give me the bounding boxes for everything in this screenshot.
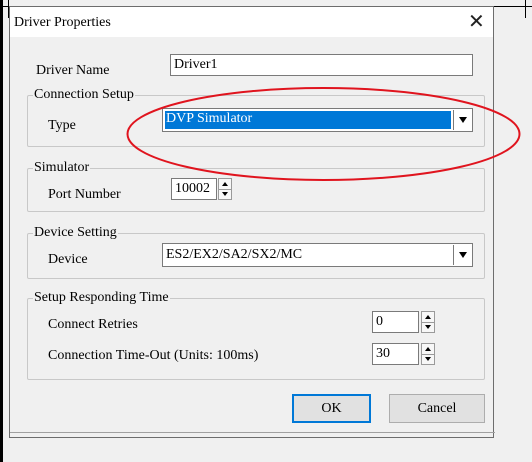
- driver-properties-dialog: Driver Properties ✕ Driver Name Driver1 …: [9, 6, 495, 438]
- title-bar: Driver Properties ✕: [10, 7, 493, 37]
- device-value: ES2/EX2/SA2/SX2/MC: [166, 247, 303, 262]
- chevron-down-icon[interactable]: [453, 110, 471, 130]
- type-label: Type: [48, 118, 76, 133]
- connection-timeout-input[interactable]: 30: [372, 343, 419, 365]
- spin-down-icon[interactable]: [422, 354, 434, 364]
- port-number-input[interactable]: 10002: [171, 178, 217, 200]
- driver-name-input[interactable]: Driver1: [170, 54, 473, 76]
- device-setting-legend: Device Setting: [33, 225, 118, 240]
- connection-timeout-spinner[interactable]: [421, 343, 435, 365]
- parent-window-border: [525, 0, 526, 18]
- device-dropdown[interactable]: ES2/EX2/SA2/SX2/MC: [162, 243, 473, 267]
- dialog-title: Driver Properties: [14, 15, 111, 30]
- connect-retries-input[interactable]: 0: [372, 311, 419, 333]
- port-number-spinner[interactable]: [218, 178, 232, 200]
- type-value: DVP Simulator: [166, 111, 253, 126]
- window-edge: [0, 0, 3, 462]
- chevron-down-icon[interactable]: [453, 245, 471, 265]
- simulator-legend: Simulator: [33, 160, 91, 175]
- cancel-button[interactable]: Cancel: [389, 394, 485, 423]
- responding-time-legend: Setup Responding Time: [33, 290, 170, 305]
- port-number-label: Port Number: [48, 187, 121, 202]
- connection-timeout-label: Connection Time-Out (Units: 100ms): [48, 348, 259, 363]
- spin-down-icon[interactable]: [422, 322, 434, 332]
- device-label: Device: [48, 252, 88, 267]
- status-divider: [10, 432, 495, 433]
- type-dropdown[interactable]: DVP Simulator: [162, 108, 473, 132]
- ok-button[interactable]: OK: [292, 394, 371, 423]
- connect-retries-spinner[interactable]: [421, 311, 435, 333]
- close-icon[interactable]: ✕: [468, 11, 485, 31]
- driver-name-label: Driver Name: [36, 63, 110, 78]
- spin-down-icon[interactable]: [219, 189, 231, 199]
- connection-setup-legend: Connection Setup: [33, 87, 135, 102]
- connect-retries-label: Connect Retries: [48, 317, 138, 332]
